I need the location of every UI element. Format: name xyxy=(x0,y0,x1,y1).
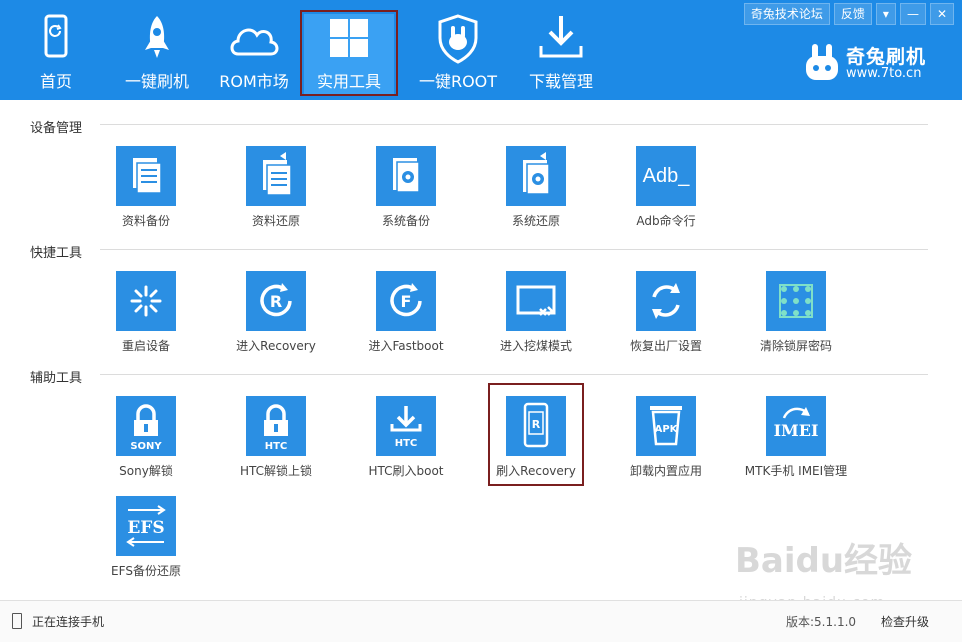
tile-label: 进入Recovery xyxy=(236,339,316,353)
gear-document-restore-icon xyxy=(523,152,550,195)
tile-adb-command[interactable]: Adb_ Adb命令行 xyxy=(604,146,728,256)
shield-rabbit-icon xyxy=(438,14,478,64)
recovery-r-icon: R xyxy=(260,283,292,317)
tile-factory-reset[interactable]: 恢复出厂设置 xyxy=(604,271,728,381)
nav-download-manager-label: 下载管理 xyxy=(528,72,593,91)
gear-document-icon xyxy=(393,158,420,193)
nav-rom-market[interactable]: ROM市场 xyxy=(212,0,296,100)
documents-icon xyxy=(133,158,162,194)
nav-home[interactable]: 首页 xyxy=(20,0,92,100)
nav-home-label: 首页 xyxy=(39,72,72,91)
phone-small-icon xyxy=(12,613,22,629)
htc-boot-icon-text: HTC xyxy=(395,438,418,449)
tile-system-restore[interactable]: 系统还原 xyxy=(474,146,598,256)
highlight-frame-nav xyxy=(300,10,398,96)
check-update-button[interactable]: 检查升级 xyxy=(881,613,929,630)
tile-clear-lock-password[interactable]: 清除锁屏密码 xyxy=(734,271,858,381)
tile-label: 清除锁屏密码 xyxy=(759,339,832,353)
nav-one-click-flash-label: 一键刷机 xyxy=(124,72,189,91)
rocket-icon xyxy=(145,16,169,58)
pattern-lock-icon xyxy=(779,284,813,318)
phone-icon xyxy=(44,14,68,58)
tile-system-backup[interactable]: 系统备份 xyxy=(344,146,468,256)
tile-mtk-imei-manage[interactable]: IMEI MTK手机 IMEI管理 xyxy=(734,396,858,506)
tile-label: HTC刷入boot xyxy=(368,464,444,478)
lock-htc-icon: HTC xyxy=(264,404,288,452)
tile-label: HTC解锁上锁 xyxy=(239,464,313,478)
section-title-device: 设备管理 xyxy=(30,121,83,136)
section-divider xyxy=(100,124,928,125)
screen-arrows-icon xyxy=(516,285,556,316)
tile-enter-fastboot[interactable]: F 进入Fastboot xyxy=(344,271,468,381)
recovery-r-glyph: R xyxy=(270,292,282,311)
nav-download-manager[interactable]: 下载管理 xyxy=(518,0,604,100)
section-divider xyxy=(100,374,928,375)
tile-htc-unlock-lock[interactable]: HTC HTC解锁上锁 xyxy=(214,396,338,506)
forum-link[interactable]: 奇兔技术论坛 xyxy=(743,3,830,25)
trash-apk-icon: APK xyxy=(650,406,682,446)
tile-data-restore[interactable]: 资料还原 xyxy=(214,146,338,256)
tile-label: EFS备份还原 xyxy=(111,564,181,578)
section-title-quick: 快捷工具 xyxy=(30,246,83,261)
tile-data-backup[interactable]: 资料备份 xyxy=(84,146,208,256)
tile-uninstall-builtin-apps[interactable]: APK 卸载内置应用 xyxy=(604,396,728,506)
efs-icon-text: EFS xyxy=(127,518,164,538)
nav-one-click-root-label: 一键ROOT xyxy=(418,72,498,91)
highlight-frame-tile xyxy=(488,383,584,486)
tile-enter-download-mode[interactable]: 进入挖煤模式 xyxy=(474,271,598,381)
cloud-icon xyxy=(230,28,279,56)
imei-icon: IMEI xyxy=(774,407,819,440)
tile-label: 资料备份 xyxy=(121,214,170,228)
rabbit-logo-icon xyxy=(806,44,838,80)
fastboot-f-icon: F xyxy=(390,283,422,317)
tile-label: 资料还原 xyxy=(251,214,300,228)
nav-one-click-root[interactable]: 一键ROOT xyxy=(414,0,502,100)
nav-one-click-flash[interactable]: 一键刷机 xyxy=(112,0,202,100)
tile-label: MTK手机 IMEI管理 xyxy=(744,464,848,478)
feedback-button[interactable]: 反馈 xyxy=(833,3,872,25)
tile-label: Sony解锁 xyxy=(119,464,173,478)
connection-status: 正在连接手机 xyxy=(32,615,105,629)
tile-reboot-device[interactable]: 重启设备 xyxy=(84,271,208,381)
adb-terminal-icon: Adb_ xyxy=(636,146,696,206)
efs-arrows-icon: EFS xyxy=(126,505,166,547)
top-right-controls: 奇兔技术论坛 反馈 ▾ — ✕ xyxy=(743,3,954,25)
documents-restore-icon xyxy=(263,152,292,196)
status-bar: 正在连接手机 版本:5.1.1.0 检查升级 xyxy=(0,600,962,642)
tile-label: Adb命令行 xyxy=(636,214,696,228)
section-title-aux: 辅助工具 xyxy=(30,371,83,386)
tile-efs-backup-restore[interactable]: EFS EFS备份还原 xyxy=(84,496,208,606)
tile-sony-unlock[interactable]: SONY Sony解锁 xyxy=(84,396,208,506)
tile-enter-recovery[interactable]: R 进入Recovery xyxy=(214,271,338,381)
brand-name: 奇兔刷机 xyxy=(846,46,927,68)
tile-label: 系统备份 xyxy=(381,214,430,228)
tile-label: 卸载内置应用 xyxy=(629,464,702,478)
brand-logo: 奇兔刷机 www.7to.cn xyxy=(804,42,944,87)
htc-icon-text: HTC xyxy=(265,441,288,452)
lock-sony-icon: SONY xyxy=(130,404,162,452)
tile-label: 进入Fastboot xyxy=(368,339,444,353)
imei-icon-text: IMEI xyxy=(774,421,819,440)
minimize-button[interactable]: — xyxy=(899,3,926,25)
section-divider xyxy=(100,249,928,250)
close-button[interactable]: ✕ xyxy=(929,3,954,25)
tile-label: 系统还原 xyxy=(511,214,560,228)
loading-spinner-icon xyxy=(130,285,162,317)
fastboot-f-glyph: F xyxy=(401,292,412,311)
top-nav-bar: 首页 一键刷机 ROM市场 实用工具 一键ROOT 下载管理 奇兔技术论坛 反馈… xyxy=(0,0,962,100)
watermark-main: Baidu经验 xyxy=(735,541,913,581)
tile-label: 恢复出厂设置 xyxy=(629,339,702,353)
nav-rom-market-label: ROM市场 xyxy=(219,72,289,91)
download-icon xyxy=(539,16,583,58)
download-htc-icon: HTC xyxy=(390,406,422,449)
sony-icon-text: SONY xyxy=(130,441,162,452)
tile-label: 重启设备 xyxy=(121,339,170,353)
version-label: 版本:5.1.1.0 xyxy=(786,615,857,629)
apk-icon-text: APK xyxy=(655,424,679,435)
menu-dropdown-button[interactable]: ▾ xyxy=(875,3,896,25)
brand-url: www.7to.cn xyxy=(846,66,922,81)
tile-label: 进入挖煤模式 xyxy=(499,339,572,353)
refresh-icon xyxy=(652,283,680,319)
tile-htc-flash-boot[interactable]: HTC HTC刷入boot xyxy=(344,396,468,506)
